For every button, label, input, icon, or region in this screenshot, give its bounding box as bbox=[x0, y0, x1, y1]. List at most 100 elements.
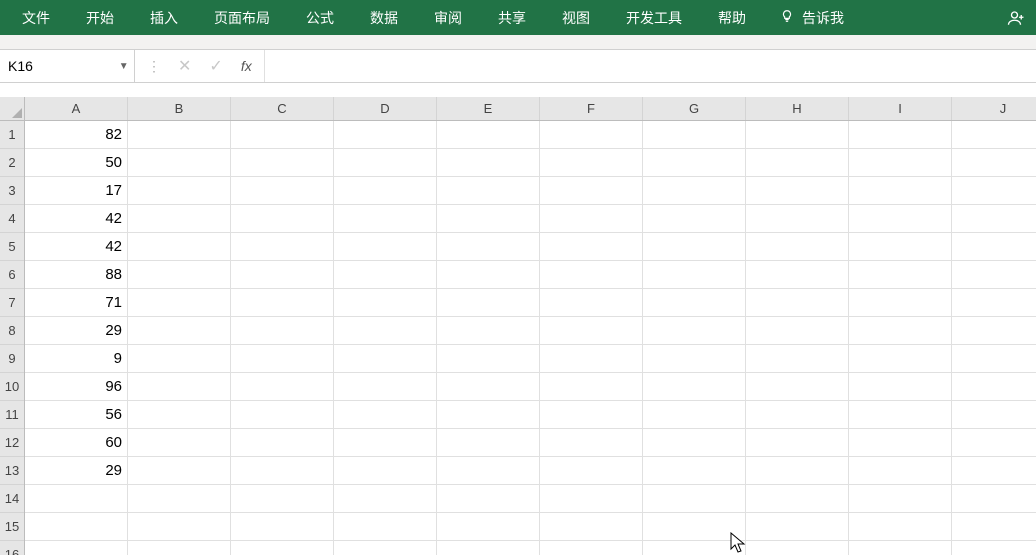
cell[interactable] bbox=[334, 457, 437, 485]
cell[interactable] bbox=[952, 513, 1036, 541]
cell[interactable] bbox=[437, 429, 540, 457]
tab-formulas[interactable]: 公式 bbox=[288, 0, 352, 35]
cell[interactable] bbox=[952, 317, 1036, 345]
col-header[interactable]: E bbox=[437, 97, 540, 120]
cell[interactable]: 71 bbox=[25, 289, 128, 317]
cell[interactable] bbox=[643, 401, 746, 429]
cell[interactable] bbox=[849, 205, 952, 233]
cell[interactable] bbox=[128, 121, 231, 149]
cell[interactable] bbox=[231, 345, 334, 373]
cell[interactable] bbox=[746, 317, 849, 345]
cell[interactable] bbox=[643, 289, 746, 317]
row-header[interactable]: 5 bbox=[0, 233, 24, 261]
cell[interactable] bbox=[540, 233, 643, 261]
cell[interactable] bbox=[643, 317, 746, 345]
cell[interactable]: 42 bbox=[25, 233, 128, 261]
cell[interactable]: 17 bbox=[25, 177, 128, 205]
cell[interactable]: 96 bbox=[25, 373, 128, 401]
tab-view[interactable]: 视图 bbox=[544, 0, 608, 35]
col-header[interactable]: A bbox=[25, 97, 128, 120]
cell[interactable] bbox=[334, 401, 437, 429]
cell[interactable] bbox=[540, 261, 643, 289]
cell[interactable] bbox=[128, 373, 231, 401]
cell[interactable]: 60 bbox=[25, 429, 128, 457]
row-header[interactable]: 11 bbox=[0, 401, 24, 429]
cell[interactable]: 88 bbox=[25, 261, 128, 289]
cell[interactable] bbox=[25, 513, 128, 541]
cell[interactable] bbox=[128, 233, 231, 261]
tab-home[interactable]: 开始 bbox=[68, 0, 132, 35]
cell[interactable] bbox=[334, 177, 437, 205]
cell[interactable] bbox=[540, 485, 643, 513]
cell[interactable] bbox=[952, 485, 1036, 513]
tab-help[interactable]: 帮助 bbox=[700, 0, 764, 35]
row-header[interactable]: 15 bbox=[0, 513, 24, 541]
share-user-button[interactable] bbox=[996, 0, 1036, 35]
cell[interactable] bbox=[849, 457, 952, 485]
cell[interactable] bbox=[643, 205, 746, 233]
col-header[interactable]: C bbox=[231, 97, 334, 120]
cell[interactable] bbox=[643, 485, 746, 513]
col-header[interactable]: H bbox=[746, 97, 849, 120]
cell[interactable] bbox=[231, 317, 334, 345]
row-header[interactable]: 16 bbox=[0, 541, 24, 555]
cell[interactable] bbox=[128, 317, 231, 345]
cell[interactable] bbox=[952, 401, 1036, 429]
cell[interactable] bbox=[437, 261, 540, 289]
col-header[interactable]: F bbox=[540, 97, 643, 120]
cell[interactable] bbox=[231, 429, 334, 457]
cell[interactable] bbox=[231, 373, 334, 401]
cell[interactable] bbox=[849, 289, 952, 317]
cell[interactable] bbox=[334, 373, 437, 401]
cell[interactable] bbox=[334, 121, 437, 149]
cell[interactable] bbox=[746, 205, 849, 233]
cell[interactable] bbox=[746, 345, 849, 373]
cell[interactable] bbox=[540, 373, 643, 401]
cell[interactable] bbox=[437, 541, 540, 555]
cell[interactable] bbox=[334, 205, 437, 233]
cell[interactable] bbox=[849, 541, 952, 555]
cell[interactable] bbox=[334, 429, 437, 457]
cell[interactable]: 42 bbox=[25, 205, 128, 233]
cell[interactable] bbox=[437, 289, 540, 317]
cell[interactable] bbox=[746, 513, 849, 541]
cell[interactable] bbox=[952, 177, 1036, 205]
cell[interactable] bbox=[746, 401, 849, 429]
cell[interactable] bbox=[231, 485, 334, 513]
cell[interactable] bbox=[231, 541, 334, 555]
cell[interactable] bbox=[128, 401, 231, 429]
cell[interactable] bbox=[334, 289, 437, 317]
cell[interactable] bbox=[128, 205, 231, 233]
tab-insert[interactable]: 插入 bbox=[132, 0, 196, 35]
row-header[interactable]: 1 bbox=[0, 121, 24, 149]
cell[interactable] bbox=[540, 317, 643, 345]
cell[interactable] bbox=[437, 177, 540, 205]
cell[interactable] bbox=[128, 261, 231, 289]
cell[interactable] bbox=[952, 541, 1036, 555]
cell[interactable] bbox=[334, 513, 437, 541]
cell[interactable] bbox=[746, 289, 849, 317]
cell[interactable] bbox=[540, 149, 643, 177]
cell[interactable]: 56 bbox=[25, 401, 128, 429]
cell[interactable] bbox=[849, 429, 952, 457]
row-header[interactable]: 9 bbox=[0, 345, 24, 373]
cell[interactable] bbox=[334, 149, 437, 177]
cell[interactable] bbox=[746, 541, 849, 555]
col-header[interactable]: D bbox=[334, 97, 437, 120]
cell[interactable] bbox=[437, 373, 540, 401]
cell[interactable] bbox=[849, 485, 952, 513]
cell[interactable] bbox=[231, 177, 334, 205]
cell[interactable] bbox=[849, 513, 952, 541]
cell[interactable] bbox=[643, 149, 746, 177]
col-header[interactable]: J bbox=[952, 97, 1036, 120]
cell[interactable] bbox=[540, 513, 643, 541]
cell[interactable] bbox=[437, 485, 540, 513]
cell[interactable] bbox=[437, 317, 540, 345]
cell[interactable]: 50 bbox=[25, 149, 128, 177]
cell[interactable] bbox=[849, 149, 952, 177]
insert-function-button[interactable]: fx bbox=[241, 58, 252, 74]
formula-input[interactable] bbox=[265, 50, 1036, 82]
cell[interactable] bbox=[437, 457, 540, 485]
cell[interactable] bbox=[643, 177, 746, 205]
row-header[interactable]: 6 bbox=[0, 261, 24, 289]
